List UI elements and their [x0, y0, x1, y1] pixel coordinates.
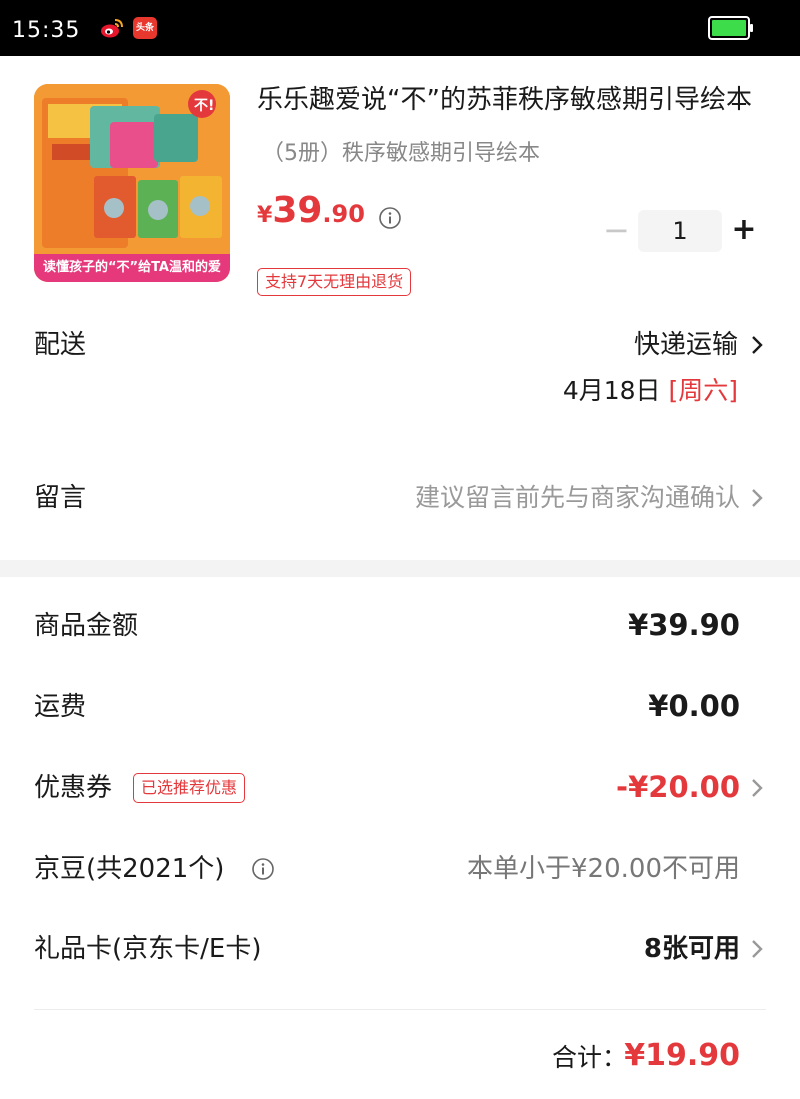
chevron-right-icon[interactable] [750, 777, 764, 799]
toutiao-icon: 头条 [133, 17, 157, 39]
delivery-date-text: 4月18日 [562, 376, 661, 405]
coupon-tag: 已选推荐优惠 [133, 773, 246, 803]
delivery-label: 配送 [34, 330, 87, 360]
remark-label: 留言 [34, 483, 87, 513]
price-decimal: .90 [322, 200, 365, 228]
product-price: ¥39.90 [257, 190, 365, 231]
return-policy-tag: 支持7天无理由退货 [257, 268, 412, 296]
goods-amount-label: 商品金额 [34, 611, 139, 641]
delivery-weekday: [周六] [668, 376, 738, 405]
total-value: ¥19.90 [624, 1038, 740, 1073]
quantity-minus-button[interactable]: − [603, 212, 630, 248]
chevron-right-icon[interactable] [750, 487, 764, 509]
coupon-label: 优惠券 [34, 773, 113, 803]
goods-amount-value: ¥39.90 [628, 608, 740, 642]
product-title[interactable]: 乐乐趣爱说“不”的苏菲秩序敏感期引导绘本 [257, 82, 767, 118]
jdbean-value: 本单小于¥20.00不可用 [467, 854, 740, 884]
info-icon[interactable] [251, 857, 275, 881]
price-integer: 39 [272, 190, 323, 231]
chevron-right-icon[interactable] [750, 334, 764, 356]
giftcard-label: 礼品卡(京东卡/E卡) [34, 934, 262, 964]
status-time: 15:35 [12, 18, 81, 43]
section-divider [0, 560, 800, 577]
battery-icon [708, 16, 753, 40]
shipping-label: 运费 [34, 692, 87, 722]
status-bar: 15:35 头条 [0, 0, 800, 56]
product-spec: （5册）秩序敏感期引导绘本 [262, 141, 540, 166]
product-illustration: 不! [34, 84, 230, 282]
divider [34, 1009, 766, 1010]
product-image[interactable]: 不! 读懂孩子的“不”给TA温和的爱 [34, 84, 230, 282]
coupon-value[interactable]: -¥20.00 [616, 769, 740, 805]
giftcard-value[interactable]: 8张可用 [644, 931, 740, 967]
weibo-icon [101, 19, 123, 38]
shipping-value: ¥0.00 [648, 689, 740, 723]
price-currency: ¥ [257, 203, 273, 228]
delivery-date[interactable]: 4月18日 [周六] [563, 373, 738, 409]
quantity-plus-button[interactable]: + [730, 212, 758, 248]
quantity-input[interactable]: 1 [638, 210, 722, 252]
info-icon[interactable] [378, 206, 402, 230]
total-label: 合计： [552, 1043, 628, 1072]
jdbean-label: 京豆(共2021个) [34, 854, 225, 884]
product-image-banner: 读懂孩子的“不”给TA温和的爱 [42, 260, 221, 275]
remark-input[interactable]: 建议留言前先与商家沟通确认 [415, 480, 740, 516]
svg-text:不!: 不! [194, 98, 214, 114]
delivery-method[interactable]: 快递运输 [634, 327, 738, 363]
chevron-right-icon[interactable] [750, 938, 764, 960]
